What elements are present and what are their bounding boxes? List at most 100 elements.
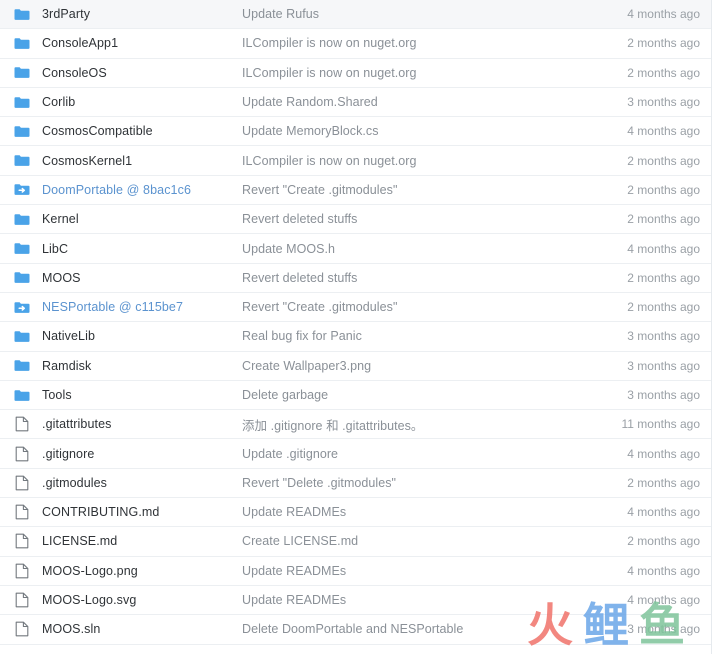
commit-message-link[interactable]: Revert "Create .gitmodules"	[242, 183, 571, 197]
file-listing-rows: 3rdParty Update Rufus 4 months ago ConsoleA…	[0, 0, 711, 645]
file-icon	[0, 621, 42, 637]
table-row[interactable]: .gitattributes 添加 .gitignore 和 .gitattrib…	[0, 410, 711, 440]
folder-icon	[0, 389, 42, 402]
file-name-link[interactable]: MOOS-Logo.png	[42, 564, 242, 578]
last-updated-time: 4 months ago	[627, 446, 700, 461]
commit-message-link[interactable]: Update MOOS.h	[242, 242, 571, 256]
file-name-link[interactable]: Ramdisk	[42, 359, 242, 373]
table-row[interactable]: Kernel Revert deleted stuffs 2 months ago	[0, 205, 711, 235]
commit-message-link[interactable]: Delete garbage	[242, 388, 571, 402]
last-updated-time: 4 months ago	[627, 241, 700, 256]
file-name-link[interactable]: ConsoleOS	[42, 66, 242, 80]
table-row[interactable]: .gitignore Update .gitignore 4 months ago	[0, 439, 711, 469]
file-name-link[interactable]: NESPortable @ c115be7	[42, 300, 242, 314]
table-row[interactable]: .gitmodules Revert "Delete .gitmodules" 2 …	[0, 468, 711, 499]
folder-icon	[0, 242, 42, 255]
file-name-link[interactable]: .gitignore	[42, 447, 242, 461]
last-updated-time: 2 months ago	[627, 534, 700, 549]
commit-message-link[interactable]: Update READMEs	[242, 564, 571, 578]
last-updated-time: 2 months ago	[627, 65, 700, 80]
last-updated-time: 3 months ago	[627, 329, 700, 344]
file-icon	[0, 504, 42, 520]
last-updated-time: 2 months ago	[627, 182, 700, 197]
last-updated-time: 2 months ago	[627, 153, 700, 168]
table-row[interactable]: DoomPortable @ 8bac1c6 Revert "Create .gi…	[0, 175, 711, 206]
file-name-link[interactable]: .gitmodules	[42, 476, 242, 490]
folder-icon	[0, 66, 42, 79]
commit-message-link[interactable]: Revert "Create .gitmodules"	[242, 300, 571, 314]
file-name-link[interactable]: CONTRIBUTING.md	[42, 505, 242, 519]
file-icon	[0, 416, 42, 432]
file-name-link[interactable]: Kernel	[42, 212, 242, 226]
last-updated-time: 3 months ago	[627, 622, 700, 637]
file-icon	[0, 592, 42, 608]
file-icon	[0, 533, 42, 549]
file-name-link[interactable]: ConsoleApp1	[42, 36, 242, 50]
folder-icon	[0, 330, 42, 343]
commit-message-link[interactable]: Create LICENSE.md	[242, 534, 571, 548]
commit-message-link[interactable]: Update Rufus	[242, 7, 571, 21]
file-name-link[interactable]: MOOS.sln	[42, 622, 242, 636]
folder-icon	[0, 96, 42, 109]
folder-icon	[0, 359, 42, 372]
folder-icon	[0, 125, 42, 138]
commit-message-link[interactable]: Revert deleted stuffs	[242, 271, 571, 285]
file-name-link[interactable]: MOOS-Logo.svg	[42, 593, 242, 607]
table-row[interactable]: Corlib Update Random.Shared 3 months ago	[0, 87, 711, 118]
folder-icon	[0, 271, 42, 284]
submodule-icon	[0, 301, 42, 314]
table-row[interactable]: MOOS-Logo.png Update READMEs 4 months ago	[0, 556, 711, 586]
commit-message-link[interactable]: Update MemoryBlock.cs	[242, 124, 571, 138]
commit-message-link[interactable]: Revert "Delete .gitmodules"	[242, 476, 571, 490]
table-row[interactable]: MOOS-Logo.svg Update READMEs 4 months ago	[0, 585, 711, 616]
table-row[interactable]: Ramdisk Create Wallpaper3.png 3 months ago	[0, 351, 711, 381]
table-row[interactable]: NESPortable @ c115be7 Revert "Create .git…	[0, 292, 711, 323]
last-updated-time: 3 months ago	[627, 95, 700, 110]
file-name-link[interactable]: CosmosKernel1	[42, 154, 242, 168]
table-row[interactable]: ConsoleOS ILCompiler is now on nuget.org 2…	[0, 58, 711, 88]
folder-icon	[0, 8, 42, 21]
last-updated-time: 2 months ago	[627, 270, 700, 285]
file-name-link[interactable]: 3rdParty	[42, 7, 242, 21]
table-row[interactable]: Tools Delete garbage 3 months ago	[0, 380, 711, 411]
table-row[interactable]: MOOS Revert deleted stuffs 2 months ago	[0, 263, 711, 293]
commit-message-link[interactable]: 添加 .gitignore 和 .gitattributes。	[242, 415, 571, 434]
last-updated-time: 4 months ago	[627, 124, 700, 139]
file-name-link[interactable]: .gitattributes	[42, 417, 242, 431]
commit-message-link[interactable]: Delete DoomPortable and NESPortable	[242, 622, 571, 636]
table-row[interactable]: CONTRIBUTING.md Update READMEs 4 months ag…	[0, 498, 711, 528]
table-row[interactable]: MOOS.sln Delete DoomPortable and NESPorta…	[0, 615, 711, 645]
commit-message-link[interactable]: Update .gitignore	[242, 447, 571, 461]
file-name-link[interactable]: DoomPortable @ 8bac1c6	[42, 183, 242, 197]
commit-message-link[interactable]: Real bug fix for Panic	[242, 329, 571, 343]
commit-message-link[interactable]: ILCompiler is now on nuget.org	[242, 66, 571, 80]
commit-message-link[interactable]: Update READMEs	[242, 505, 571, 519]
table-row[interactable]: 3rdParty Update Rufus 4 months ago	[0, 0, 711, 30]
last-updated-time: 2 months ago	[627, 300, 700, 315]
table-row[interactable]: CosmosKernel1 ILCompiler is now on nuget.…	[0, 146, 711, 176]
file-name-link[interactable]: LICENSE.md	[42, 534, 242, 548]
file-name-link[interactable]: CosmosCompatible	[42, 124, 242, 138]
commit-message-link[interactable]: Create Wallpaper3.png	[242, 359, 571, 373]
commit-message-link[interactable]: Revert deleted stuffs	[242, 212, 571, 226]
last-updated-time: 2 months ago	[627, 212, 700, 227]
submodule-icon	[0, 183, 42, 196]
table-row[interactable]: ConsoleApp1 ILCompiler is now on nuget.or…	[0, 29, 711, 59]
table-row[interactable]: LICENSE.md Create LICENSE.md 2 months ago	[0, 527, 711, 557]
table-row[interactable]: NativeLib Real bug fix for Panic 3 months …	[0, 322, 711, 352]
folder-icon	[0, 37, 42, 50]
file-name-link[interactable]: Corlib	[42, 95, 242, 109]
commit-message-link[interactable]: Update READMEs	[242, 593, 571, 607]
file-name-link[interactable]: NativeLib	[42, 329, 242, 343]
table-row[interactable]: LibC Update MOOS.h 4 months ago	[0, 234, 711, 264]
commit-message-link[interactable]: ILCompiler is now on nuget.org	[242, 154, 571, 168]
file-name-link[interactable]: MOOS	[42, 271, 242, 285]
last-updated-time: 3 months ago	[627, 388, 700, 402]
file-name-link[interactable]: LibC	[42, 242, 242, 256]
commit-message-link[interactable]: Update Random.Shared	[242, 95, 571, 109]
last-updated-time: 4 months ago	[627, 7, 700, 22]
commit-message-link[interactable]: ILCompiler is now on nuget.org	[242, 36, 571, 50]
file-listing-table: 3rdParty Update Rufus 4 months ago ConsoleA…	[0, 0, 712, 654]
table-row[interactable]: CosmosCompatible Update MemoryBlock.cs 4 m…	[0, 117, 711, 147]
file-name-link[interactable]: Tools	[42, 388, 242, 402]
